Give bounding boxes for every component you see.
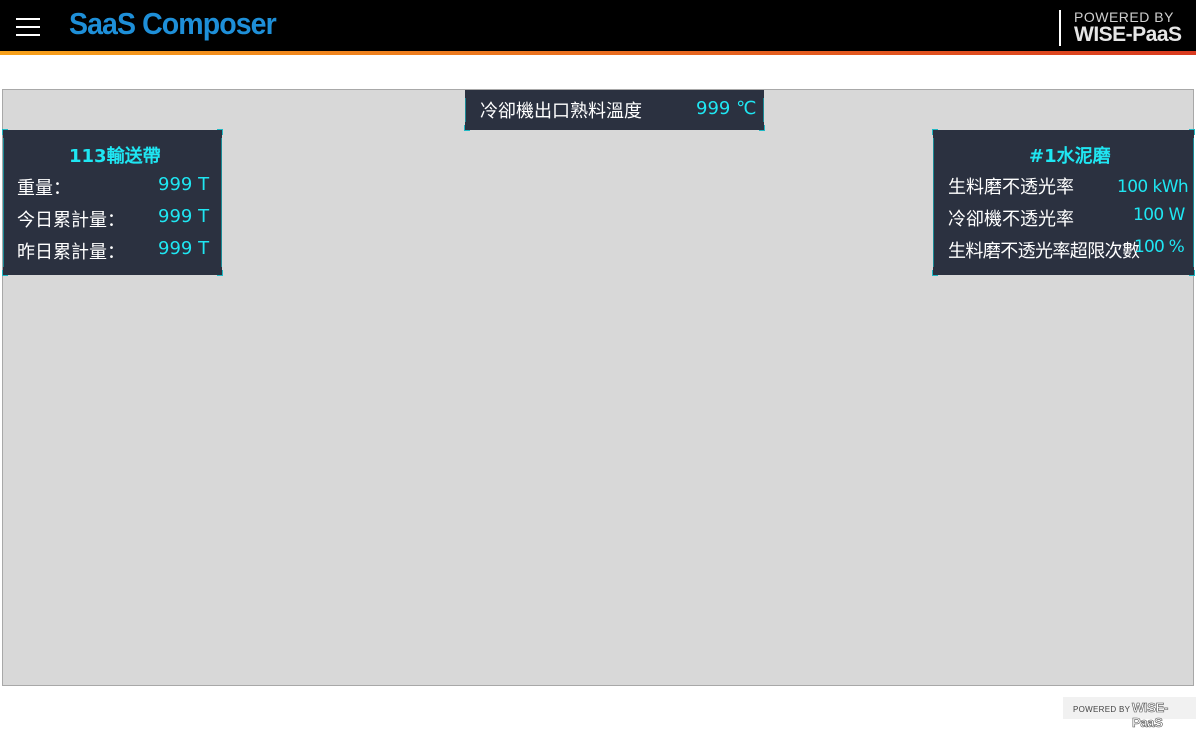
cooler-outlet-label: 冷卻機出口熟料溫度 xyxy=(480,101,642,122)
footer-powered-by-label: POWERED BY xyxy=(1073,705,1131,714)
top-bar: SaaS Composer POWERED BY WISE-PaaS xyxy=(0,0,1196,51)
powered-by-brand: WISE-PaaS xyxy=(1074,23,1182,46)
cooler-outlet-panel: 冷卻機出口熟料溫度 999 ℃ xyxy=(464,90,765,131)
header-accent-stripe xyxy=(0,51,1196,55)
raw-mill-opacity-exceed-count-label: 生料磨不透光率超限次數 xyxy=(948,241,1140,262)
powered-by-label: POWERED BY xyxy=(1074,9,1174,25)
conveyor-113-panel: 113輸送帶 重量： 999 T 今日累計量： 999 T 昨日累計量： 999… xyxy=(2,129,223,276)
dashboard-canvas: 冷卻機出口熟料溫度 999 ℃ 113輸送帶 重量： 999 T 今日累計量： … xyxy=(2,89,1195,686)
raw-mill-opacity-exceed-count-value: 100 % xyxy=(1134,237,1185,257)
hamburger-menu-icon[interactable] xyxy=(16,16,40,36)
conveyor-weight-label: 重量： xyxy=(17,178,71,199)
raw-mill-opacity-value: 100 kWh xyxy=(1117,177,1189,197)
cooler-outlet-value: 999 ℃ xyxy=(696,98,757,119)
conveyor-today-total-label: 今日累計量： xyxy=(17,210,125,231)
conveyor-113-title: 113輸送帶 xyxy=(69,146,161,167)
footer-powered-by-logo: POWERED BY WISE-PaaS xyxy=(1063,697,1196,730)
footer-powered-by-brand: WISE-PaaS xyxy=(1132,700,1169,730)
cement-mill-1-panel: #1水泥磨 生料磨不透光率 100 kWh 冷卻機不透光率 100 W 生料磨不… xyxy=(932,129,1195,276)
cooler-opacity-label: 冷卻機不透光率 xyxy=(948,209,1074,230)
cooler-opacity-value: 100 W xyxy=(1133,205,1185,225)
app-title: SaaS Composer xyxy=(69,6,277,41)
powered-by-logo: POWERED BY WISE-PaaS xyxy=(1059,10,1182,46)
conveyor-yesterday-total-value: 999 T xyxy=(158,238,210,259)
raw-mill-opacity-label: 生料磨不透光率 xyxy=(948,177,1074,198)
conveyor-yesterday-total-label: 昨日累計量： xyxy=(17,242,125,263)
conveyor-weight-value: 999 T xyxy=(158,174,210,195)
cement-mill-1-title: #1水泥磨 xyxy=(1029,146,1111,167)
conveyor-today-total-value: 999 T xyxy=(158,206,210,227)
